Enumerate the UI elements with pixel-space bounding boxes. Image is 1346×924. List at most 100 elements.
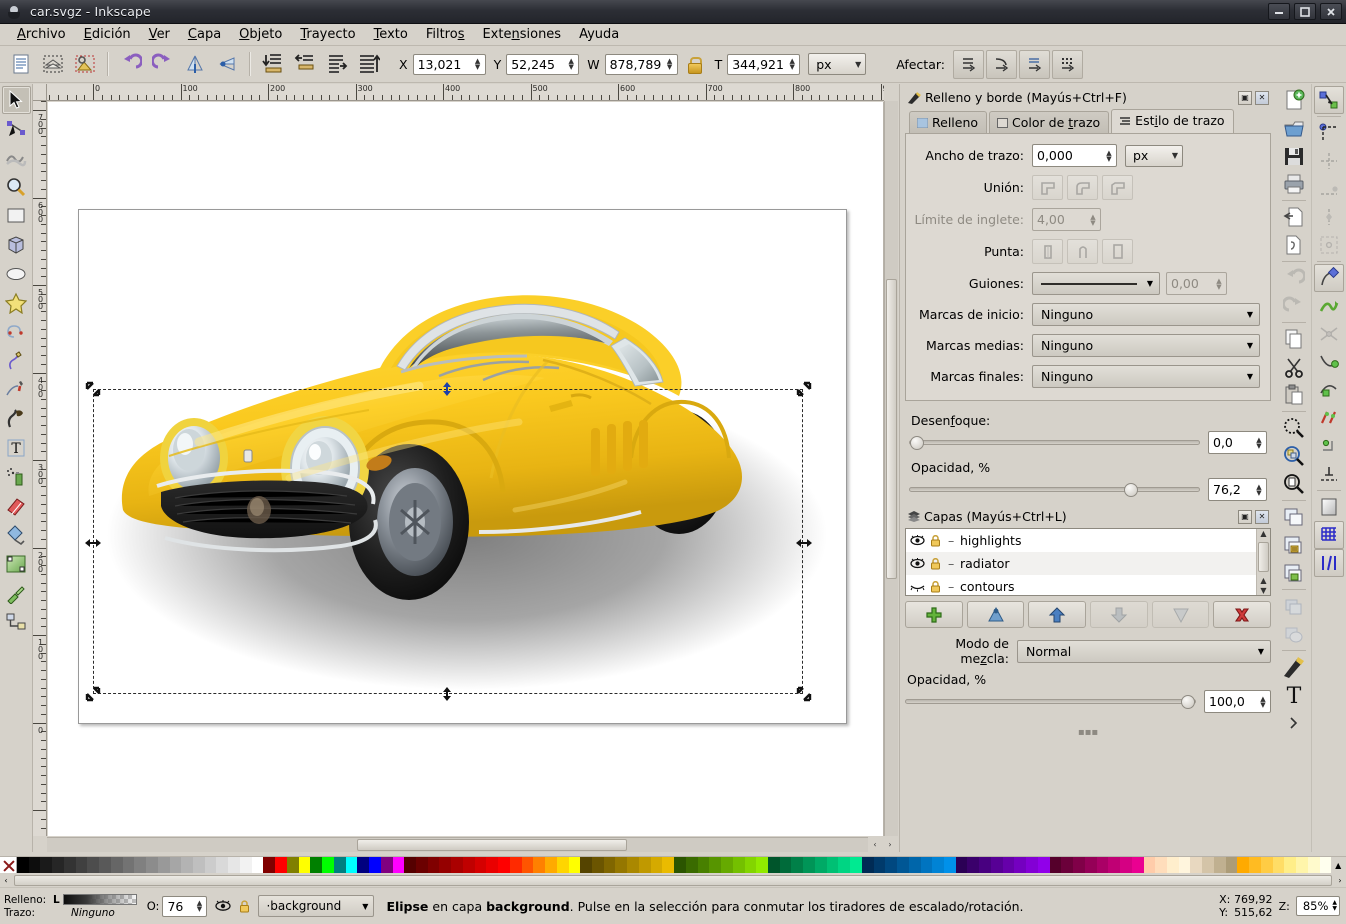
palette-swatch[interactable] — [1132, 857, 1144, 874]
palette-swatch[interactable] — [451, 857, 463, 874]
t-field[interactable]: ▲▼ — [727, 54, 800, 75]
palette-swatch[interactable] — [569, 857, 581, 874]
scroll-right-arrow[interactable]: › — [883, 837, 897, 852]
fill-opacity-stepper[interactable]: ▲▼ — [1253, 484, 1265, 496]
palette-swatch[interactable] — [1261, 857, 1273, 874]
palette-swatch[interactable] — [29, 857, 41, 874]
palette-swatch[interactable] — [1073, 857, 1085, 874]
lock-icon[interactable] — [687, 56, 701, 72]
palette-swatch[interactable] — [651, 857, 663, 874]
palette-swatch[interactable] — [827, 857, 839, 874]
duplicate-icon[interactable] — [1279, 503, 1309, 531]
zoom-stepper[interactable]: ▲▼ — [1332, 900, 1337, 912]
opacity-stepper[interactable]: ▲▼ — [193, 900, 205, 912]
snap-center-icon[interactable] — [1314, 432, 1344, 460]
new-icon[interactable] — [1279, 86, 1309, 114]
palette-swatch[interactable] — [111, 857, 123, 874]
palette-swatch[interactable] — [944, 857, 956, 874]
cut-icon[interactable] — [1279, 353, 1309, 381]
canvas-vscrollbar[interactable] — [884, 101, 898, 836]
tab-color-de-trazo[interactable]: Color de trazo — [989, 111, 1109, 134]
menu-ver[interactable]: Ver — [140, 25, 179, 44]
palette-swatch[interactable] — [240, 857, 252, 874]
selection-handle-n[interactable] — [440, 382, 454, 396]
ungroup-icon[interactable] — [1279, 559, 1309, 587]
transform-pattern-icon[interactable] — [1052, 50, 1083, 79]
redo-icon[interactable] — [1279, 292, 1309, 320]
dashes-select[interactable]: ▼ — [1032, 272, 1160, 295]
lower-layer-button[interactable] — [1090, 601, 1148, 628]
copy-icon[interactable] — [1279, 325, 1309, 353]
menu-extensiones[interactable]: Extensiones — [473, 25, 570, 44]
stroke-width-field[interactable]: ▲▼ — [1032, 144, 1117, 167]
star-tool[interactable] — [2, 289, 31, 317]
palette-swatch[interactable] — [1155, 857, 1167, 874]
palette-swatch[interactable] — [698, 857, 710, 874]
flip-horizontal-icon[interactable] — [180, 49, 210, 79]
palette-swatch[interactable] — [299, 857, 311, 874]
palette-swatch[interactable] — [475, 857, 487, 874]
pen-tool[interactable] — [2, 376, 31, 404]
palette-swatch[interactable] — [1108, 857, 1120, 874]
start-markers-select[interactable]: Ninguno ▼ — [1032, 303, 1260, 326]
tab-relleno[interactable]: Relleno — [909, 111, 987, 134]
lock-closed-icon[interactable] — [239, 900, 250, 913]
palette-swatch[interactable] — [369, 857, 381, 874]
flip-vertical-icon[interactable] — [212, 49, 242, 79]
palette-swatch[interactable] — [1003, 857, 1015, 874]
palette-swatch[interactable] — [52, 857, 64, 874]
palette-swatch[interactable] — [87, 857, 99, 874]
blur-input[interactable] — [1213, 435, 1251, 450]
tweak-tool[interactable] — [2, 144, 31, 172]
palette-swatch[interactable] — [1120, 857, 1132, 874]
none-swatch-x[interactable] — [0, 857, 17, 874]
palette-swatch[interactable] — [1226, 857, 1238, 874]
enable-snapping-icon[interactable] — [1314, 86, 1344, 114]
palette-swatch[interactable] — [1202, 857, 1214, 874]
palette-swatch[interactable] — [897, 857, 909, 874]
end-markers-select[interactable]: Ninguno ▼ — [1032, 365, 1260, 388]
palette-swatch[interactable] — [170, 857, 182, 874]
ruler-corner[interactable] — [33, 84, 47, 101]
palette-swatch[interactable] — [522, 857, 534, 874]
snap-page-border-icon[interactable] — [1314, 493, 1344, 521]
fill-opacity-slider-knob[interactable] — [1124, 483, 1138, 497]
transform-gradient-icon[interactable] — [1019, 50, 1050, 79]
eye-closed-icon[interactable] — [910, 581, 930, 592]
zoom-page-icon[interactable] — [1279, 470, 1309, 498]
snap-midpoint-icon[interactable] — [1314, 404, 1344, 432]
dash-offset-field[interactable]: ▲▼ — [1166, 272, 1227, 295]
palette-swatch[interactable] — [956, 857, 968, 874]
w-field[interactable]: ▲▼ — [605, 54, 678, 75]
selection-handle-se[interactable] — [796, 686, 812, 702]
palette-swatch[interactable] — [639, 857, 651, 874]
selection-handle-sw[interactable] — [85, 686, 101, 702]
palette-swatch[interactable] — [428, 857, 440, 874]
palette-swatch[interactable] — [615, 857, 627, 874]
bevel-join-icon[interactable] — [1102, 175, 1133, 200]
palette-swatch[interactable] — [1167, 857, 1179, 874]
palette-swatch[interactable] — [1014, 857, 1026, 874]
units-select[interactable]: px ▼ — [808, 53, 866, 75]
node-tool[interactable] — [2, 115, 31, 143]
palette-swatch[interactable] — [1249, 857, 1261, 874]
fill-stroke-icon[interactable] — [1279, 653, 1309, 681]
palette-swatch[interactable] — [1050, 857, 1062, 874]
menu-capa[interactable]: Capa — [179, 25, 230, 44]
palette-swatch[interactable] — [134, 857, 146, 874]
layer-row-contours[interactable]: – contours — [906, 575, 1256, 596]
palette-swatch[interactable] — [228, 857, 240, 874]
palette-swatch[interactable] — [674, 857, 686, 874]
palette-swatch[interactable] — [1097, 857, 1109, 874]
palette-swatch[interactable] — [733, 857, 745, 874]
layer-row-highlights[interactable]: – highlights — [906, 529, 1256, 552]
scroll-up-arrow[interactable]: ▲ — [1257, 529, 1270, 538]
palette-swatch[interactable] — [99, 857, 111, 874]
palette-swatch[interactable] — [123, 857, 135, 874]
opacity-field[interactable]: ▲▼ — [162, 896, 207, 917]
fill-opacity-slider[interactable] — [909, 487, 1200, 492]
y-input[interactable] — [511, 57, 563, 72]
hscroll-thumb[interactable] — [357, 839, 627, 851]
snap-bbox-edge-midpoint-icon[interactable] — [1314, 203, 1344, 231]
palette-swatch[interactable] — [416, 857, 428, 874]
